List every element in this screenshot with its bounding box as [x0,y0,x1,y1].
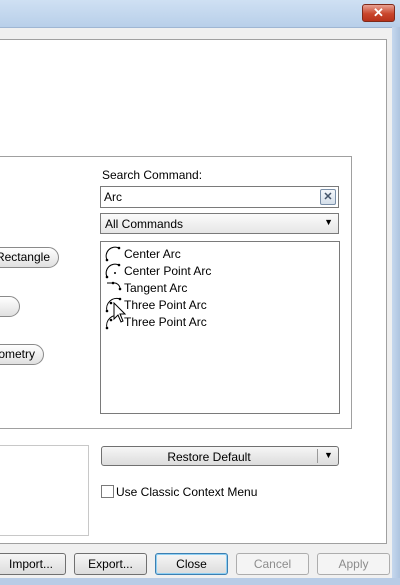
close-button[interactable]: Close [155,553,228,575]
close-icon: ✕ [373,5,384,20]
command-filter-select[interactable]: All Commands ▼ [100,213,339,234]
command-list[interactable]: Center Arc Center Point Arc Tangent Arc … [100,241,340,414]
search-command-label: Search Command: [102,168,203,182]
import-button[interactable]: Import... [0,553,66,575]
list-item-three-point-arc[interactable]: Three Point Arc [105,296,325,313]
list-item-label: Tangent Arc [124,281,188,295]
mouse-pointer-icon [113,302,127,323]
rectangle-button[interactable]: Rectangle [0,247,59,268]
classic-context-menu-label: Use Classic Context Menu [116,485,258,499]
split-divider [317,449,318,463]
list-item-center-arc[interactable]: Center Arc [105,245,325,262]
list-item-tangent-arc[interactable]: Tangent Arc [105,279,325,296]
tangent-arc-icon [107,281,122,291]
clear-icon: ✕ [323,191,333,203]
search-input-value: Arc [104,190,122,204]
left-pill-button[interactable] [0,296,20,317]
preview-box [0,445,89,536]
center-point-arc-icon [105,263,121,279]
center-arc-icon [105,246,121,262]
window-frame-bottom [0,578,400,585]
restore-default-label: Restore Default [167,450,251,464]
list-item-center-point-arc[interactable]: Center Point Arc [105,262,325,279]
geometry-button[interactable]: Geometry [0,344,44,365]
restore-default-button[interactable]: Restore Default ▼ [101,446,339,466]
list-item-label: Three Point Arc [124,315,207,329]
list-item-three-point-arc-2[interactable]: Three Point Arc [105,313,325,330]
classic-context-menu-checkbox[interactable] [101,485,114,498]
chevron-down-icon: ▼ [324,217,333,227]
cancel-button[interactable]: Cancel [236,553,309,575]
search-input[interactable]: Arc ✕ [100,186,339,208]
apply-button[interactable]: Apply [317,553,390,575]
list-item-label: Center Point Arc [124,264,212,278]
window-close-button[interactable]: ✕ [362,4,395,22]
command-filter-value: All Commands [105,217,184,231]
list-item-label: Center Arc [124,247,181,261]
clear-search-button[interactable]: ✕ [320,189,336,205]
title-bar: ✕ [0,0,400,28]
list-item-label: Three Point Arc [124,298,207,312]
window-frame-right [392,27,400,585]
chevron-down-icon[interactable]: ▼ [324,450,333,460]
export-button[interactable]: Export... [74,553,147,575]
